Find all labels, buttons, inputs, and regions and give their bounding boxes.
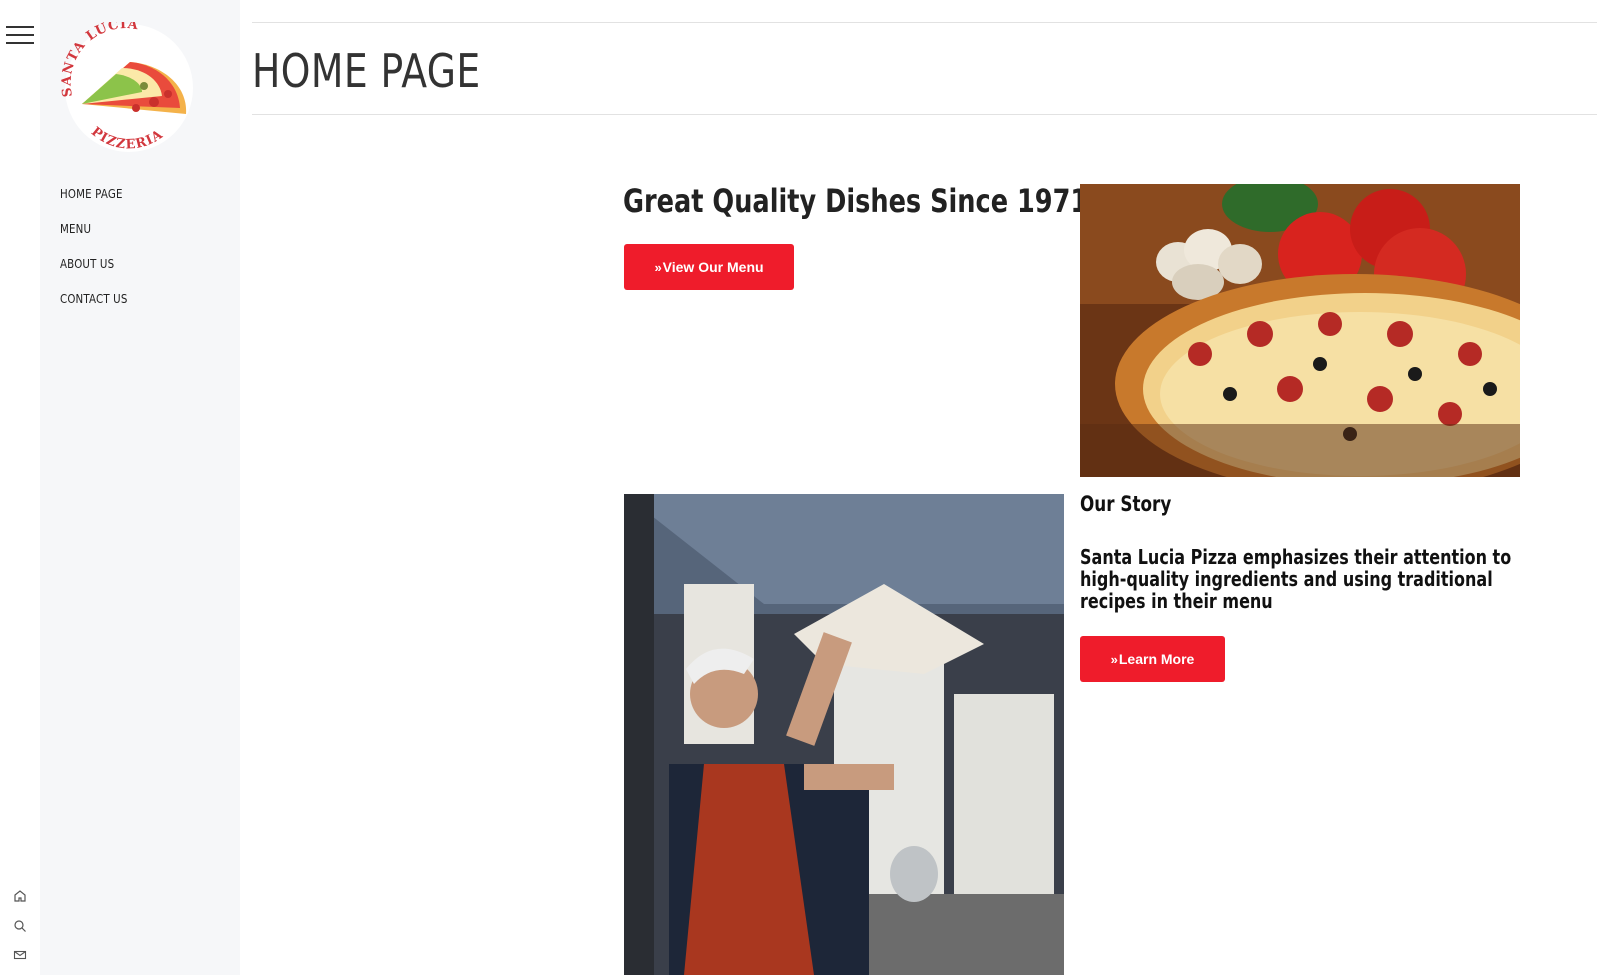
learn-more-button[interactable]: » Learn More [1080, 636, 1225, 682]
menu-icon[interactable] [6, 26, 34, 46]
header-divider-top [252, 22, 1597, 23]
page-title: HOME PAGE [252, 44, 481, 98]
pizza-image [1080, 184, 1520, 477]
nav-item-about-us[interactable]: ABOUT US [60, 254, 128, 289]
hero-heading: Great Quality Dishes Since 1971 [623, 182, 1089, 220]
mail-icon[interactable] [12, 947, 28, 963]
story-title: Our Story [1080, 492, 1172, 516]
view-menu-label: View Our Menu [662, 259, 764, 275]
nav-item-menu[interactable]: MENU [60, 219, 128, 254]
header-divider-bottom [252, 114, 1597, 115]
santa-lucia-logo[interactable]: SANTA LUCIA PIZZERIA [58, 17, 200, 154]
nav-item-contact-us[interactable]: CONTACT US [60, 289, 128, 324]
double-chevron-right-icon: » [1110, 651, 1118, 667]
sidebar: SANTA LUCIA PIZZERIA HOME PAGE MENU ABOU… [40, 0, 240, 975]
nav-item-home-page[interactable]: HOME PAGE [60, 184, 128, 219]
story-text: Santa Lucia Pizza emphasizes their atten… [1080, 545, 1512, 613]
search-icon[interactable] [12, 918, 28, 934]
chef-tossing-dough-image [624, 494, 1064, 975]
icon-rail [0, 0, 40, 975]
view-menu-button[interactable]: » View Our Menu [624, 244, 794, 290]
home-icon[interactable] [12, 888, 28, 904]
sidebar-nav: HOME PAGE MENU ABOUT US CONTACT US [60, 184, 142, 324]
double-chevron-right-icon: » [654, 259, 662, 275]
learn-more-label: Learn More [1118, 651, 1195, 667]
